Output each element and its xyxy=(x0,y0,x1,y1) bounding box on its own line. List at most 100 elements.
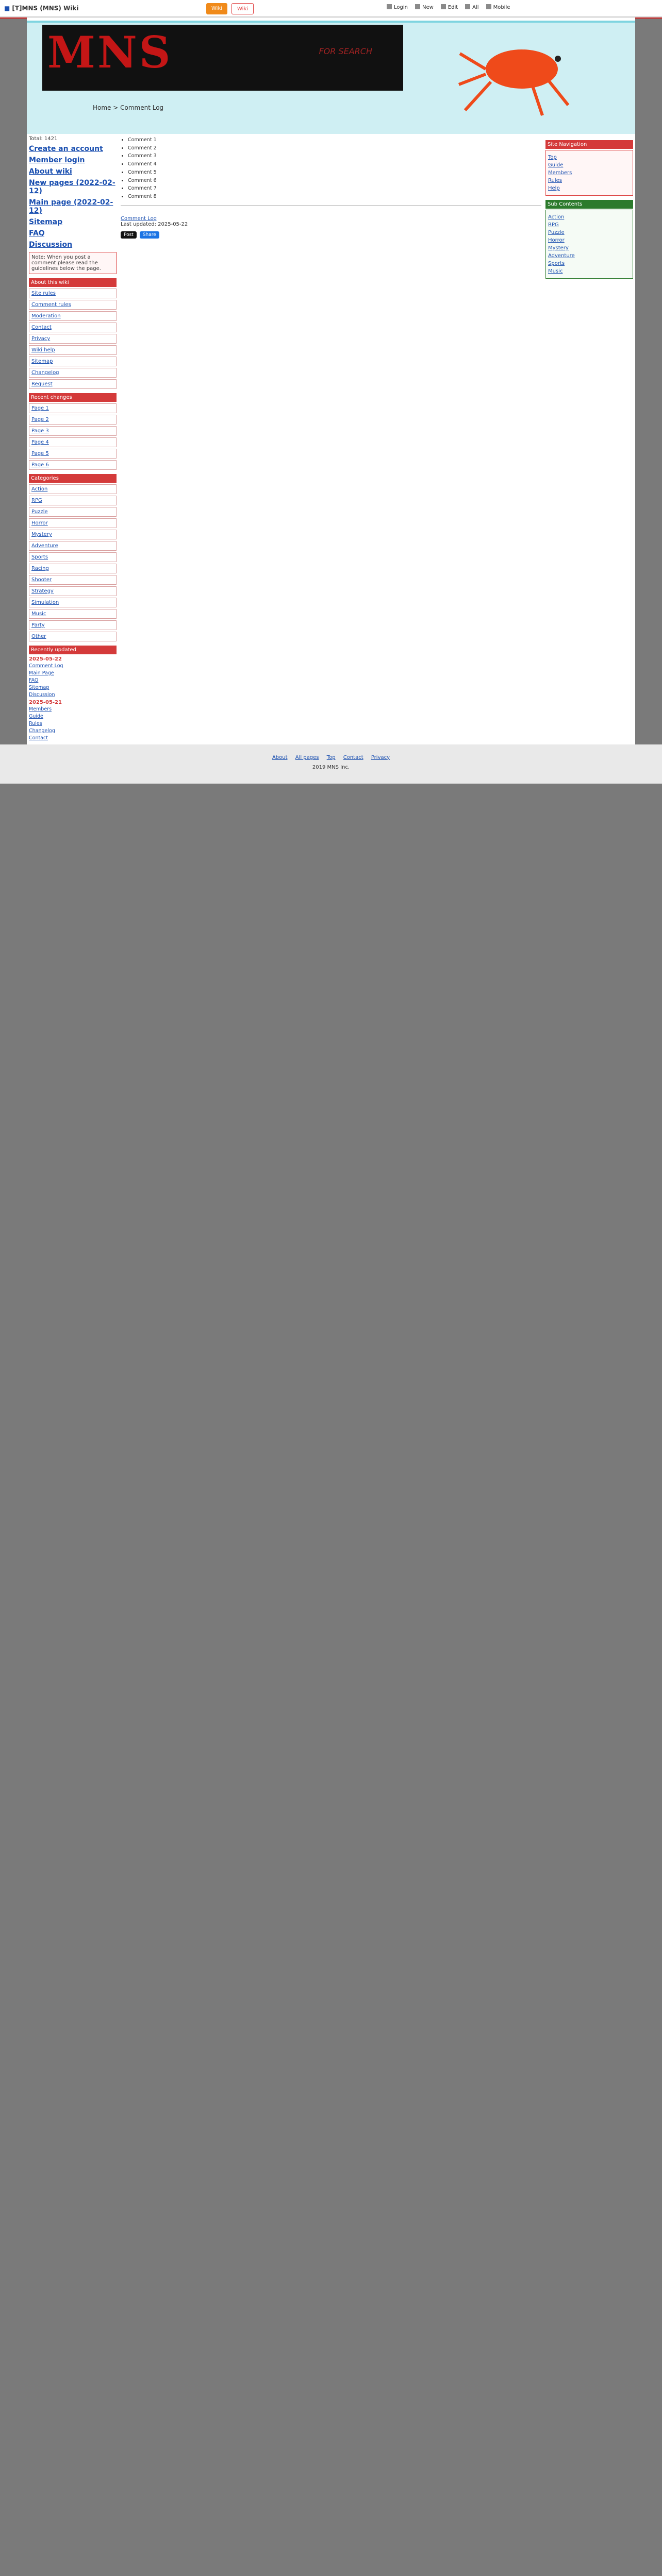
recent-date: 2025-05-22 xyxy=(29,656,62,662)
plus-icon xyxy=(415,4,420,9)
footer: About All pages Top Contact Privacy 2019… xyxy=(0,744,662,784)
recent-item[interactable]: Members xyxy=(29,706,117,713)
top-tools: Login New Edit All Mobile xyxy=(387,4,510,10)
right-item[interactable]: Rules xyxy=(548,178,631,183)
footer-link[interactable]: All pages xyxy=(295,755,319,760)
footer-link[interactable]: About xyxy=(272,755,288,760)
recent-item[interactable]: Changelog xyxy=(29,728,117,734)
right-item-2[interactable]: Sports xyxy=(548,261,631,266)
comment-item: Comment 3 xyxy=(128,152,541,160)
recent-item[interactable]: Comment Log xyxy=(29,663,117,669)
list-a-item[interactable]: Site rules xyxy=(29,289,117,298)
list-a-item[interactable]: Changelog xyxy=(29,368,117,378)
list-c-item[interactable]: Racing xyxy=(29,564,117,573)
list-b-item[interactable]: Page 3 xyxy=(29,426,117,436)
list-c-item[interactable]: Simulation xyxy=(29,598,117,607)
post-button[interactable]: Post xyxy=(121,231,137,239)
list-b-item[interactable]: Page 2 xyxy=(29,415,117,425)
list-c-item[interactable]: Shooter xyxy=(29,575,117,585)
footer-link[interactable]: Top xyxy=(327,755,336,760)
footer-link[interactable]: Privacy xyxy=(371,755,390,760)
comment-log: Comment 1 Comment 2 Comment 3 Comment 4 … xyxy=(121,137,541,201)
big-link-1[interactable]: Member login xyxy=(29,156,117,164)
tool-mobile[interactable]: Mobile xyxy=(486,4,510,10)
recent-item[interactable]: Main Page xyxy=(29,670,117,676)
list-a-item[interactable]: Request xyxy=(29,379,117,389)
big-link-4[interactable]: Main page (2022-02-12) xyxy=(29,198,117,215)
right-item-2[interactable]: Adventure xyxy=(548,253,631,259)
big-link-2[interactable]: About wiki xyxy=(29,167,117,176)
right-item-2[interactable]: Action xyxy=(548,214,631,220)
big-link-5[interactable]: Sitemap xyxy=(29,218,117,226)
page-wrap: MNS FOR SEARCH Home > Comment Log Total:… xyxy=(27,18,635,744)
list-b-item[interactable]: Page 4 xyxy=(29,437,117,447)
list-c-item[interactable]: Adventure xyxy=(29,541,117,551)
share-row: Post Share xyxy=(121,231,541,239)
big-link-7[interactable]: Discussion xyxy=(29,241,117,249)
big-link-6[interactable]: FAQ xyxy=(29,229,117,238)
breadcrumb: Home > Comment Log xyxy=(93,104,164,111)
right-item-2[interactable]: Mystery xyxy=(548,245,631,251)
wiki-button[interactable]: Wiki xyxy=(206,3,228,14)
tool-all[interactable]: All xyxy=(465,4,479,10)
list-b-item[interactable]: Page 5 xyxy=(29,449,117,459)
comment-item: Comment 5 xyxy=(128,169,541,177)
crab-icon xyxy=(458,49,570,116)
list-c-item[interactable]: RPG xyxy=(29,496,117,505)
right-item-2[interactable]: Horror xyxy=(548,238,631,243)
recent-item[interactable]: Rules xyxy=(29,721,117,727)
list-c-item[interactable]: Other xyxy=(29,632,117,641)
list-a-item[interactable]: Wiki help xyxy=(29,345,117,355)
page-link[interactable]: Comment Log xyxy=(121,216,157,222)
wiki-outline-button[interactable]: Wiki xyxy=(231,3,254,14)
list-a-item[interactable]: Moderation xyxy=(29,311,117,321)
columns: Total: 1421 Create an account Member log… xyxy=(27,134,635,744)
banner-sub: FOR SEARCH xyxy=(319,46,372,56)
main-content: Comment 1 Comment 2 Comment 3 Comment 4 … xyxy=(121,136,541,742)
list-a-item[interactable]: Contact xyxy=(29,323,117,332)
list-c-item[interactable]: Sports xyxy=(29,552,117,562)
tool-edit[interactable]: Edit xyxy=(440,4,458,10)
right-item[interactable]: Help xyxy=(548,185,631,191)
comment-item: Comment 4 xyxy=(128,161,541,168)
list-a-item[interactable]: Comment rules xyxy=(29,300,117,310)
tool-login[interactable]: Login xyxy=(387,4,408,10)
list-icon xyxy=(465,4,471,9)
big-link-0[interactable]: Create an account xyxy=(29,145,117,153)
right-item-2[interactable]: Music xyxy=(548,268,631,274)
left-sidebar: Total: 1421 Create an account Member log… xyxy=(29,136,117,742)
right-item[interactable]: Top xyxy=(548,155,631,160)
list-b-item[interactable]: Page 6 xyxy=(29,460,117,470)
list-c-item[interactable]: Mystery xyxy=(29,530,117,539)
recent-item[interactable]: FAQ xyxy=(29,677,117,684)
list-c-item[interactable]: Action xyxy=(29,484,117,494)
section-c-header: Categories xyxy=(29,474,117,483)
site-logo[interactable]: ■ [T]MNS (MNS) Wiki xyxy=(4,5,79,12)
recent-item[interactable]: Sitemap xyxy=(29,685,117,691)
big-link-3[interactable]: New pages (2022-02-12) xyxy=(29,179,117,195)
list-a-item[interactable]: Privacy xyxy=(29,334,117,344)
list-c-item[interactable]: Horror xyxy=(29,518,117,528)
banner[interactable]: MNS FOR SEARCH xyxy=(42,25,403,91)
right-item-2[interactable]: RPG xyxy=(548,222,631,228)
list-c-item[interactable]: Music xyxy=(29,609,117,619)
right-item[interactable]: Guide xyxy=(548,162,631,168)
header: MNS FOR SEARCH Home > Comment Log xyxy=(27,18,635,134)
top-bar: ■ [T]MNS (MNS) Wiki Wiki Wiki Login New E… xyxy=(0,0,662,19)
notice-box: Note: When you post a comment please rea… xyxy=(29,252,117,274)
list-a-item[interactable]: Sitemap xyxy=(29,357,117,366)
list-c-item[interactable]: Party xyxy=(29,620,117,630)
comment-item: Comment 1 xyxy=(128,137,541,144)
recent-item[interactable]: Guide xyxy=(29,714,117,720)
tool-new[interactable]: New xyxy=(415,4,434,10)
list-c-item[interactable]: Puzzle xyxy=(29,507,117,517)
right-item-2[interactable]: Puzzle xyxy=(548,230,631,235)
list-b-item[interactable]: Page 1 xyxy=(29,403,117,413)
recent-item[interactable]: Contact xyxy=(29,735,117,741)
share-button[interactable]: Share xyxy=(139,231,159,239)
footer-link[interactable]: Contact xyxy=(343,755,363,760)
recent-item[interactable]: Discussion xyxy=(29,692,117,698)
banner-title: MNS xyxy=(47,27,173,78)
list-c-item[interactable]: Strategy xyxy=(29,586,117,596)
right-item[interactable]: Members xyxy=(548,170,631,176)
